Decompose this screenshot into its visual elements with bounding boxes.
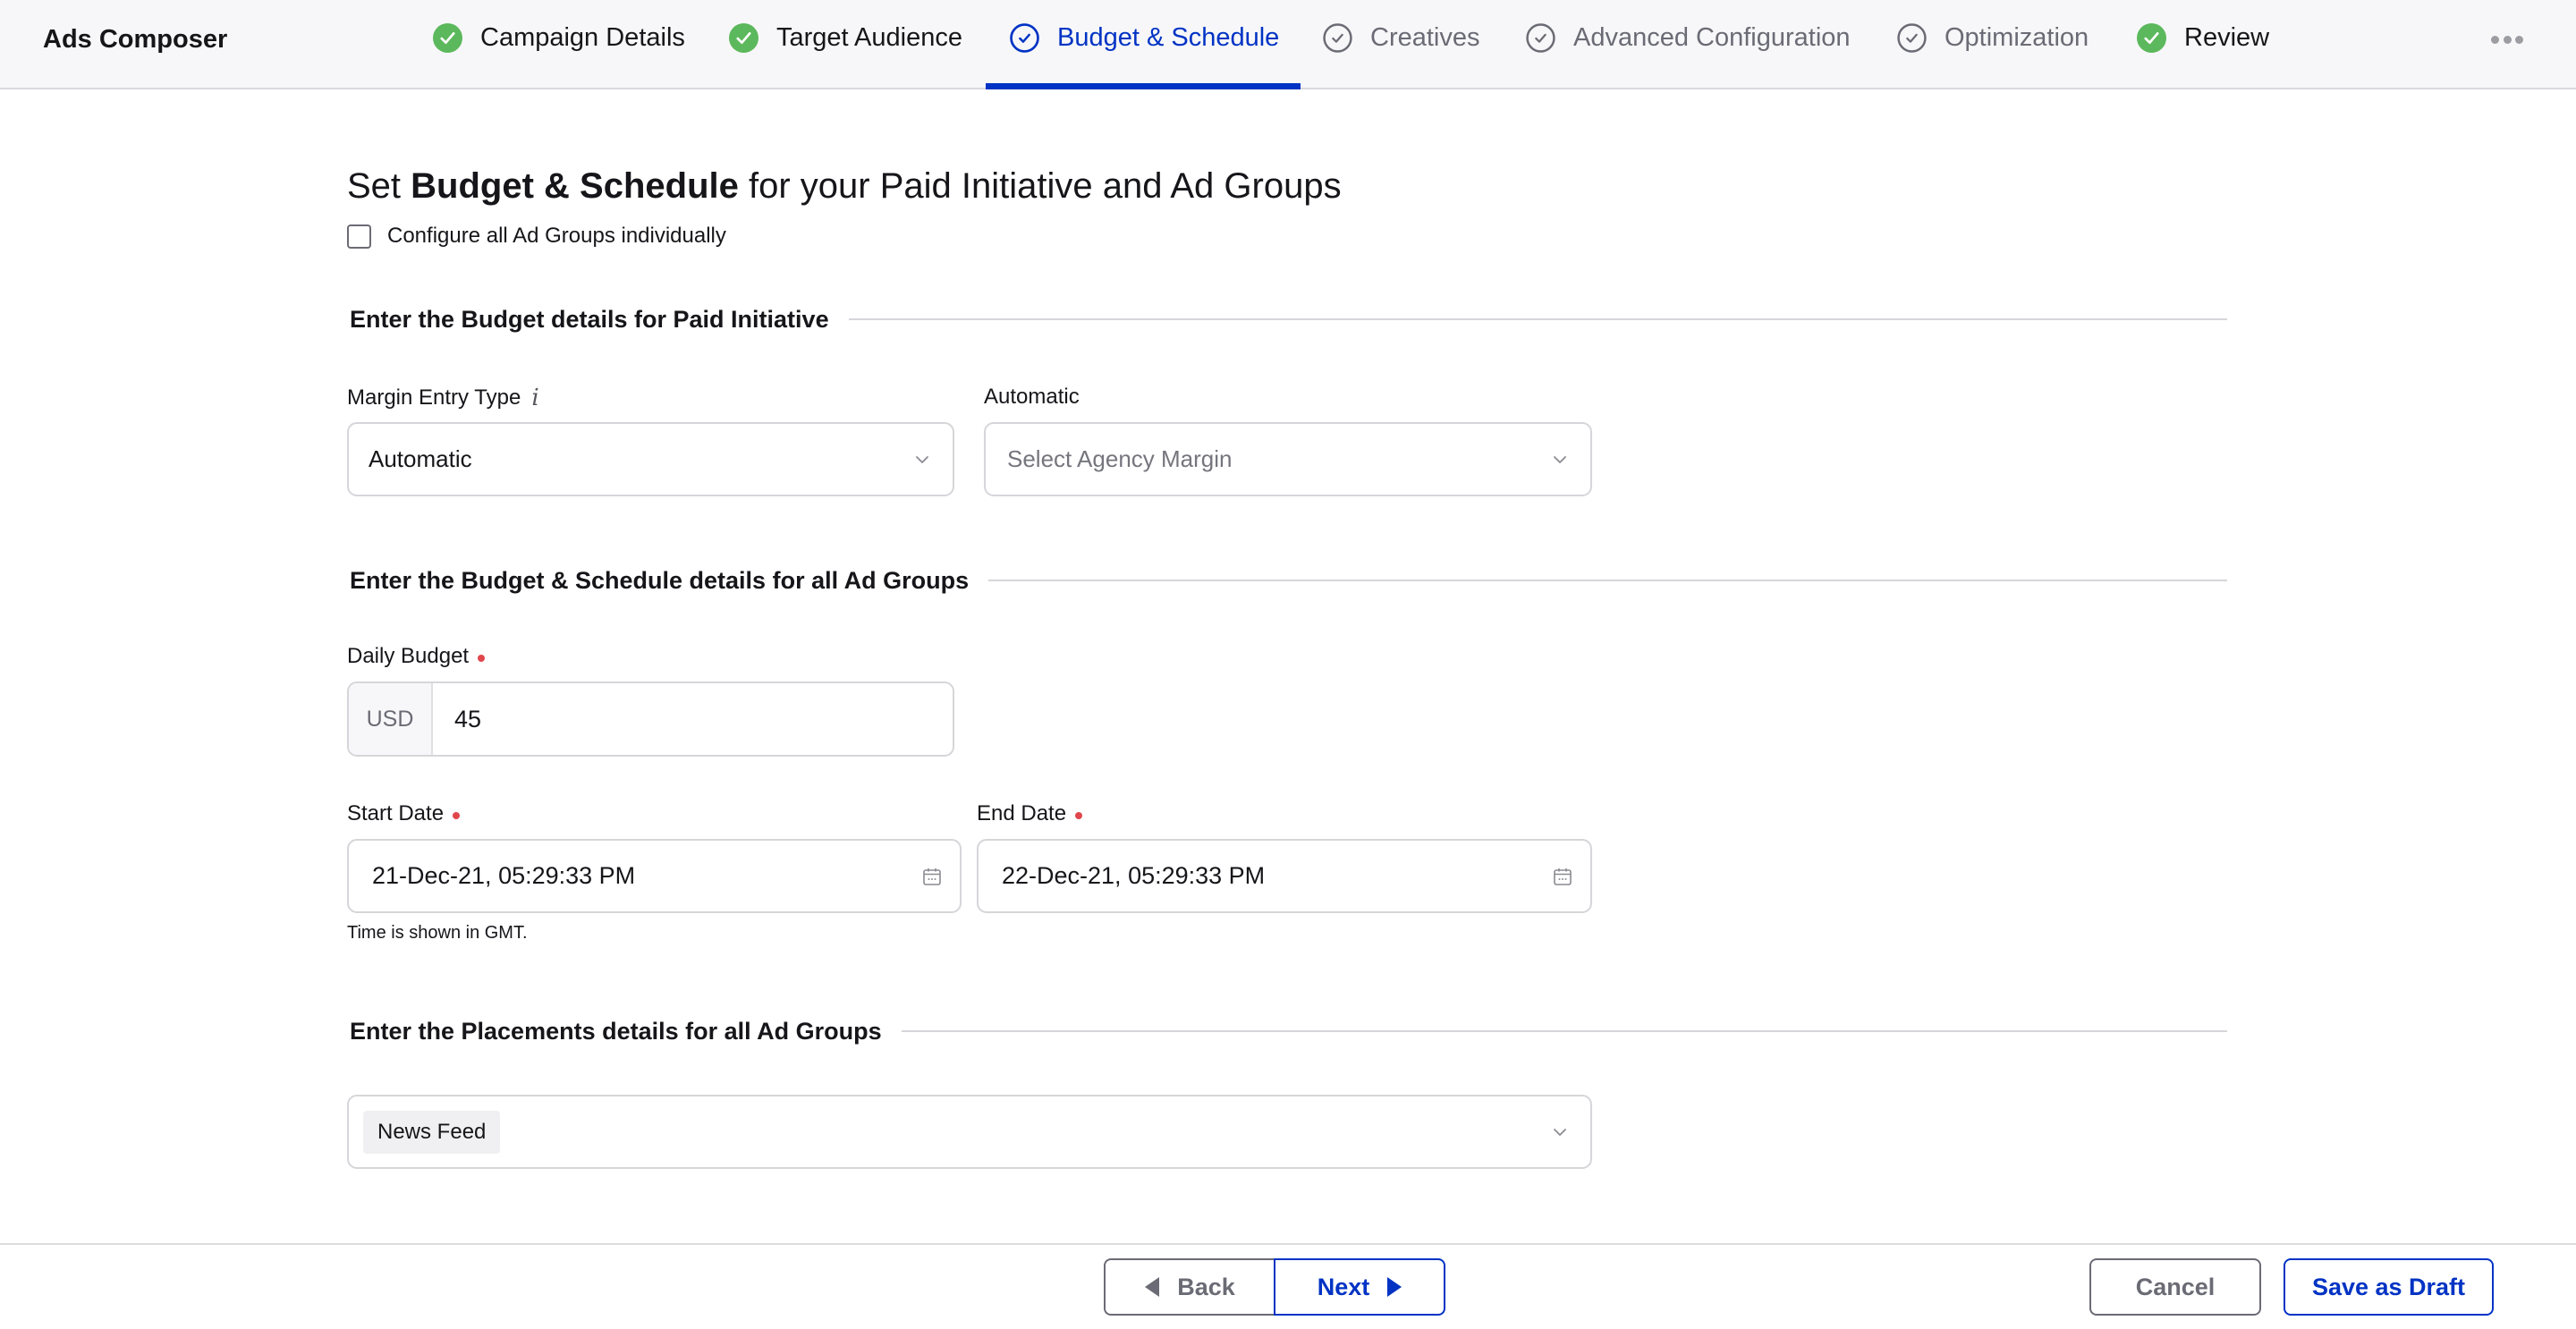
check-circle-filled-icon [729, 22, 758, 53]
select-value: Automatic [369, 445, 472, 472]
footer-divider [0, 1243, 2576, 1245]
back-button[interactable]: Back [1104, 1258, 1275, 1316]
required-indicator [1075, 812, 1083, 819]
info-icon[interactable]: i [531, 385, 538, 411]
tab-review[interactable]: Review [2137, 20, 2269, 55]
check-circle-filled-icon [433, 22, 462, 53]
calendar-icon[interactable] [1553, 867, 1572, 886]
chevron-down-icon [1554, 455, 1566, 463]
dot [2491, 35, 2499, 44]
check-circle-filled-icon [2137, 22, 2166, 53]
agency-margin-select[interactable]: Select Agency Margin [984, 422, 1592, 496]
page-title-suffix: for your Paid Initiative and Ad Groups [738, 166, 1342, 206]
end-date-value: 22-Dec-21, 05:29:33 PM [1002, 862, 1266, 889]
dot [2503, 35, 2512, 44]
required-indicator [478, 655, 486, 662]
label-text: Daily Budget [347, 644, 470, 668]
end-date-label: End Date [977, 801, 1083, 826]
tab-creatives[interactable]: Creatives [1323, 20, 1480, 55]
daily-budget-input[interactable] [433, 683, 953, 755]
app-title: Ads Composer [43, 25, 228, 54]
dot [2515, 35, 2523, 44]
section-title: Enter the Budget details for Paid Initia… [350, 305, 829, 333]
page-title: Set Budget & Schedule for your Paid Init… [347, 166, 1342, 207]
check-circle-outline-icon [1526, 22, 1555, 53]
required-indicator [453, 812, 461, 819]
checkbox-label: Configure all Ad Groups individually [387, 224, 726, 248]
check-circle-outline-icon [1010, 22, 1039, 53]
active-tab-indicator [986, 83, 1301, 89]
caret-right-icon [1387, 1277, 1402, 1297]
more-horizontal-icon[interactable] [2491, 30, 2523, 48]
tab-target-audience[interactable]: Target Audience [729, 20, 962, 55]
margin-entry-type-label: Margin Entry Type i [347, 385, 539, 411]
daily-budget-input-group: USD [347, 681, 954, 757]
section-divider [901, 1030, 2227, 1032]
end-date-picker[interactable]: 22-Dec-21, 05:29:33 PM [977, 839, 1592, 913]
next-label: Next [1317, 1273, 1370, 1300]
label-text: Start Date [347, 801, 445, 825]
tab-label: Campaign Details [480, 22, 685, 52]
select-placeholder: Select Agency Margin [1007, 445, 1233, 472]
tab-label: Budget & Schedule [1057, 22, 1280, 52]
tab-campaign-details[interactable]: Campaign Details [433, 20, 685, 55]
budget-section-header: Enter the Budget details for Paid Initia… [350, 304, 2227, 334]
currency-prefix: USD [349, 683, 433, 755]
start-date-value: 21-Dec-21, 05:29:33 PM [372, 862, 636, 889]
tab-label: Optimization [1945, 22, 2089, 52]
label-text: Margin Entry Type [347, 385, 521, 410]
timezone-note: Time is shown in GMT. [347, 923, 528, 943]
chevron-down-icon [916, 455, 928, 463]
calendar-icon[interactable] [922, 867, 942, 886]
agency-margin-label: Automatic [984, 385, 1080, 409]
checkbox-box[interactable] [347, 224, 371, 249]
section-divider [848, 318, 2227, 320]
top-header: Ads Composer Campaign Details Target Aud… [0, 0, 2576, 89]
next-button[interactable]: Next [1274, 1258, 1445, 1316]
tab-optimization[interactable]: Optimization [1897, 20, 2089, 55]
back-label: Back [1177, 1273, 1235, 1300]
placements-section-header: Enter the Placements details for all Ad … [350, 1016, 2227, 1046]
section-divider [988, 580, 2227, 581]
placements-multiselect[interactable]: News Feed [347, 1095, 1592, 1169]
page-title-bold: Budget & Schedule [411, 166, 739, 206]
tab-label: Target Audience [776, 22, 962, 52]
tab-label: Creatives [1370, 22, 1480, 52]
label-text: End Date [977, 801, 1067, 825]
start-date-picker[interactable]: 21-Dec-21, 05:29:33 PM [347, 839, 962, 913]
daily-budget-label: Daily Budget [347, 644, 486, 669]
cancel-button[interactable]: Cancel [2089, 1258, 2261, 1316]
section-title: Enter the Placements details for all Ad … [350, 1017, 882, 1045]
start-date-label: Start Date [347, 801, 461, 826]
schedule-section-header: Enter the Budget & Schedule details for … [350, 565, 2227, 596]
tab-label: Review [2184, 22, 2270, 52]
check-circle-outline-icon [1897, 22, 1927, 53]
chevron-down-icon [1554, 1128, 1566, 1136]
tab-advanced-configuration[interactable]: Advanced Configuration [1526, 20, 1851, 55]
placement-chip[interactable]: News Feed [363, 1110, 501, 1154]
margin-entry-type-select[interactable]: Automatic [347, 422, 954, 496]
tab-label: Advanced Configuration [1573, 22, 1851, 52]
page-title-prefix: Set [347, 166, 411, 206]
tab-budget-schedule[interactable]: Budget & Schedule [1010, 20, 1279, 55]
section-title: Enter the Budget & Schedule details for … [350, 566, 970, 594]
check-circle-outline-icon [1323, 22, 1352, 53]
caret-left-icon [1145, 1277, 1160, 1297]
configure-individually-checkbox[interactable]: Configure all Ad Groups individually [347, 224, 726, 249]
save-as-draft-button[interactable]: Save as Draft [2284, 1258, 2494, 1316]
